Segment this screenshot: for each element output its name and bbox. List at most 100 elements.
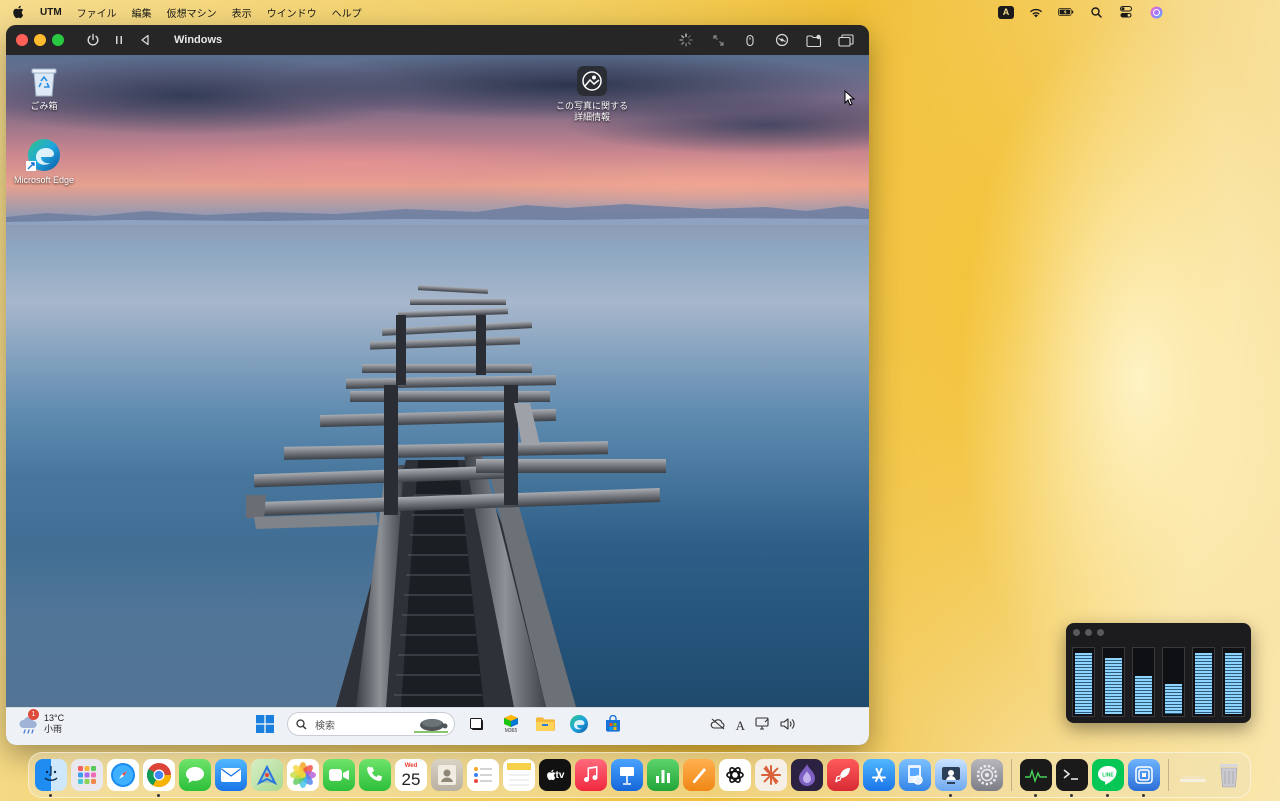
menu-edit[interactable]: 編集 — [132, 5, 152, 20]
facetime-icon[interactable] — [323, 759, 355, 791]
cloud-offline-icon[interactable] — [710, 717, 726, 735]
utm-app-icon[interactable] — [935, 759, 967, 797]
messages-icon[interactable] — [179, 759, 211, 791]
safari-icon[interactable] — [107, 759, 139, 791]
windows-taskbar: 1 13°C 小雨 検索 M365 A — [6, 707, 869, 745]
menu-virtual-machine[interactable]: 仮想マシン — [167, 5, 217, 20]
menu-file[interactable]: ファイル — [77, 5, 117, 20]
weather-condition: 小雨 — [44, 724, 63, 734]
mail-icon[interactable] — [215, 759, 247, 791]
running-indicator — [49, 794, 52, 797]
music-icon[interactable] — [575, 759, 607, 791]
power-button[interactable] — [82, 29, 104, 51]
resize-arrows-icon[interactable] — [707, 29, 729, 51]
menu-app-utm[interactable]: UTM — [40, 7, 62, 18]
edge-taskbar-icon[interactable] — [567, 712, 591, 736]
app-store-icon[interactable] — [863, 759, 895, 791]
dock: Wed 25 tv LINE — [28, 752, 1251, 798]
finder-icon[interactable] — [35, 759, 67, 797]
claude-icon[interactable] — [755, 759, 787, 791]
chatgpt-icon[interactable] — [719, 759, 751, 791]
file-explorer-icon[interactable] — [533, 712, 557, 736]
taskbar-search-input[interactable]: 検索 — [287, 712, 455, 736]
trash-icon[interactable] — [1213, 759, 1245, 791]
running-indicator — [949, 794, 952, 797]
wifi-icon[interactable] — [1028, 5, 1044, 19]
pages-icon[interactable] — [683, 759, 715, 791]
apple-tv-icon[interactable]: tv — [539, 759, 571, 791]
desktop-icon-recycle-bin[interactable]: ごみ箱 — [6, 63, 82, 112]
maps-icon[interactable] — [251, 759, 283, 791]
display-network-icon[interactable] — [755, 717, 770, 735]
menu-help[interactable]: ヘルプ — [332, 5, 362, 20]
calendar-date: 25 — [401, 770, 421, 789]
windows-start-icon[interactable] — [253, 712, 277, 736]
apple-menu-icon[interactable] — [12, 5, 26, 19]
desktop-icon-edge[interactable]: Microsoft Edge — [6, 137, 82, 186]
photos-icon[interactable] — [287, 759, 319, 791]
weather-alert-badge: 1 — [28, 709, 39, 720]
search-icon — [296, 718, 307, 729]
tor-browser-icon[interactable] — [791, 759, 823, 791]
window-titlebar[interactable]: Windows — [6, 25, 869, 55]
volume-icon[interactable] — [780, 717, 795, 735]
menu-view[interactable]: 表示 — [232, 5, 252, 20]
control-center-icon[interactable] — [1118, 5, 1134, 19]
minimize-window-button[interactable] — [34, 34, 46, 46]
performance-meter-widget[interactable] — [1066, 623, 1251, 723]
windows-desktop[interactable]: ごみ箱 Microsoft Edge この写真に関する詳細情報 — [6, 55, 869, 707]
running-indicator — [1034, 794, 1037, 797]
search-highlight-turtle-icon — [414, 719, 448, 733]
photo-info-icon — [574, 63, 610, 99]
reminders-icon[interactable] — [467, 759, 499, 791]
battery-icon[interactable] — [1058, 5, 1074, 19]
line-icon[interactable]: LINE — [1092, 759, 1124, 797]
weather-widget[interactable]: 1 13°C 小雨 — [18, 709, 65, 735]
close-window-button[interactable] — [16, 34, 28, 46]
utm-vm-window: Windows ごみ箱 Microsoft Edge この写真に関する詳細情報 … — [6, 25, 869, 745]
window-controls — [16, 34, 64, 46]
meter-bar-fill — [1075, 653, 1092, 714]
terminal-icon[interactable] — [1056, 759, 1088, 797]
rocket-app-icon[interactable] — [827, 759, 859, 791]
microsoft-store-icon[interactable] — [601, 712, 625, 736]
desktop-icon-photo-info[interactable]: この写真に関する詳細情報 — [554, 63, 630, 123]
system-settings-icon[interactable] — [971, 759, 1003, 791]
meter-bar-3 — [1132, 647, 1155, 717]
downloads-stack-icon[interactable] — [1177, 759, 1209, 791]
shared-folder-icon[interactable] — [803, 29, 825, 51]
contacts-icon[interactable] — [431, 759, 463, 791]
notes-icon[interactable] — [503, 759, 535, 791]
taskbar-center: 検索 M365 — [253, 712, 625, 736]
meter-window-controls — [1066, 623, 1251, 636]
launchpad-icon[interactable] — [71, 759, 103, 791]
running-indicator — [157, 794, 160, 797]
siri-icon[interactable] — [1148, 5, 1164, 19]
pause-button[interactable] — [108, 29, 130, 51]
microsoft-365-icon[interactable]: M365 — [499, 712, 523, 736]
activity-monitor-icon[interactable] — [1020, 759, 1052, 797]
numbers-icon[interactable] — [647, 759, 679, 791]
window-switch-icon[interactable] — [835, 29, 857, 51]
cot-editor-icon[interactable] — [1128, 759, 1160, 797]
menu-window[interactable]: ウインドウ — [267, 5, 317, 20]
task-view-icon[interactable] — [465, 712, 489, 736]
display-loading-icon[interactable] — [675, 29, 697, 51]
search-placeholder: 検索 — [315, 720, 335, 732]
spotlight-search-icon[interactable] — [1088, 5, 1104, 19]
edge-icon — [26, 137, 62, 173]
mouse-capture-icon[interactable] — [739, 29, 761, 51]
weather-temperature: 13°C — [44, 713, 65, 723]
fullscreen-window-button[interactable] — [52, 34, 64, 46]
keynote-icon[interactable] — [611, 759, 643, 791]
preview-icon[interactable] — [899, 759, 931, 791]
meter-bar-fill — [1165, 684, 1182, 714]
chrome-icon[interactable] — [143, 759, 175, 797]
calendar-icon[interactable]: Wed 25 — [395, 759, 427, 791]
dock-separator — [1168, 759, 1169, 791]
drive-disk-icon[interactable] — [771, 29, 793, 51]
input-method-icon[interactable]: A — [736, 718, 745, 734]
phone-icon[interactable] — [359, 759, 391, 791]
input-source-icon[interactable]: A — [998, 5, 1014, 19]
restart-back-icon[interactable] — [134, 29, 156, 51]
